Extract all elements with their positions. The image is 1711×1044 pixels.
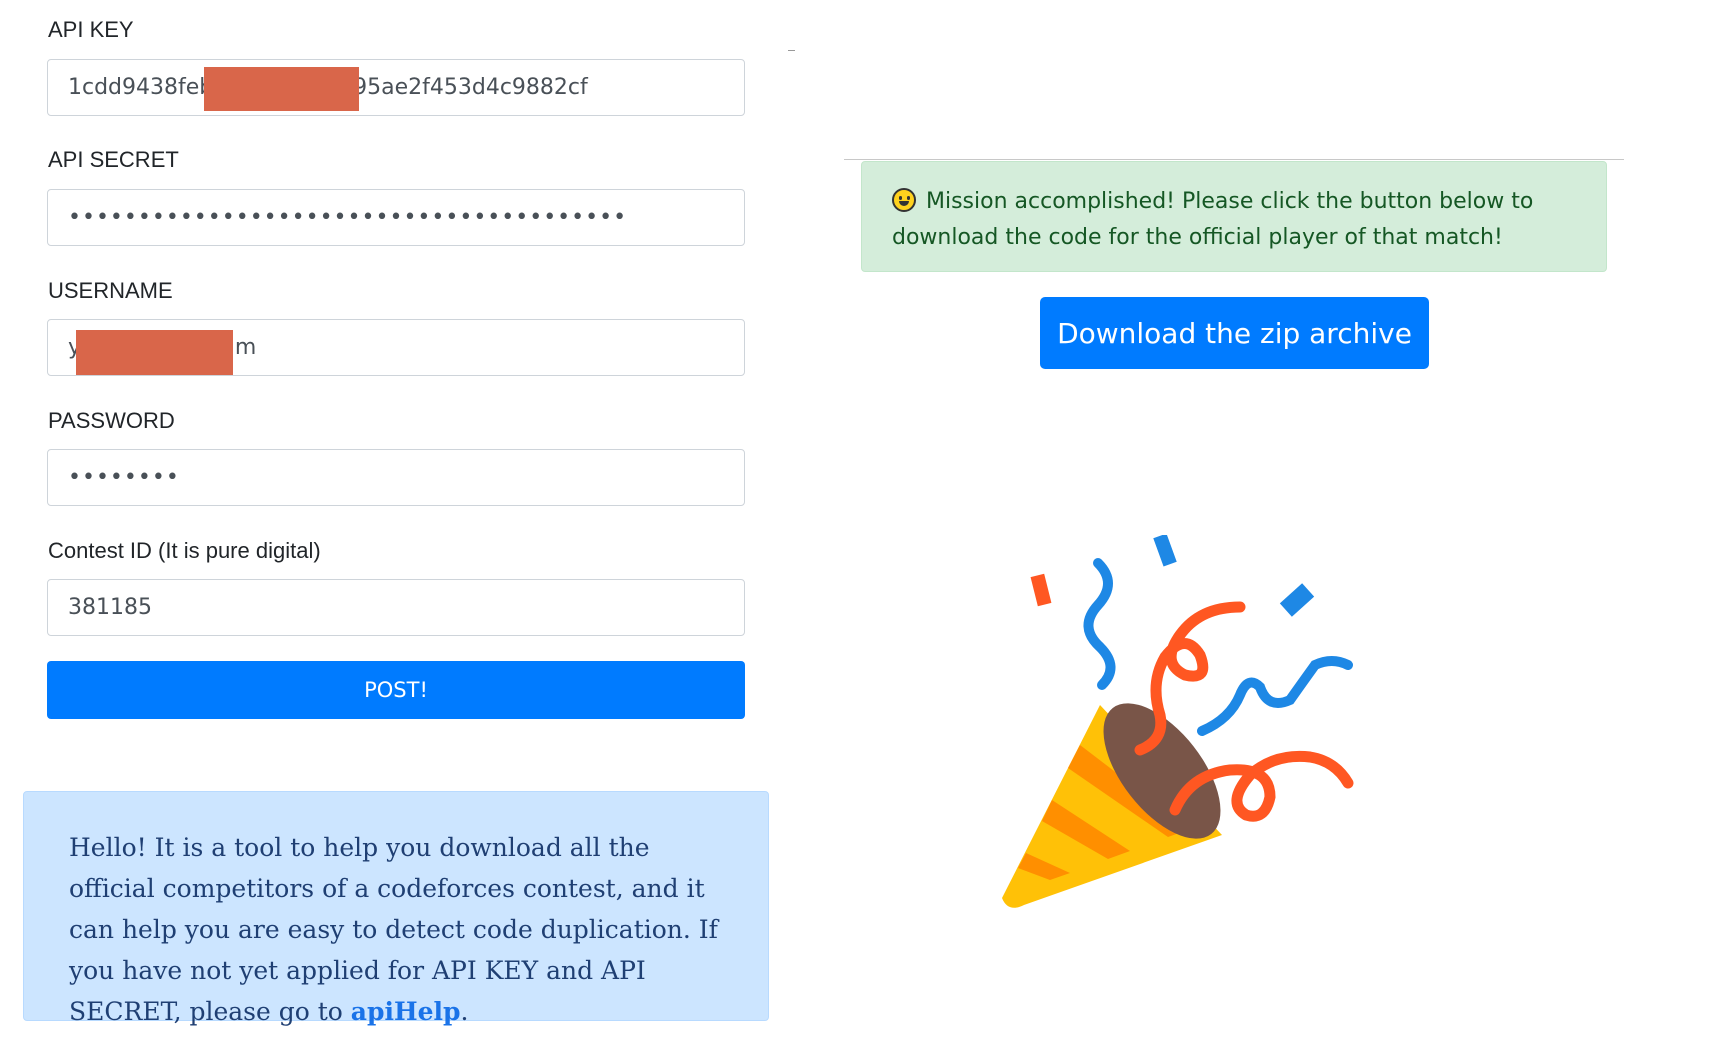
redaction-block — [204, 67, 359, 111]
api-key-label: API KEY — [48, 17, 134, 42]
contest-id-input[interactable] — [47, 579, 745, 636]
api-help-link[interactable]: apiHelp — [351, 997, 461, 1026]
redaction-block — [76, 330, 233, 375]
grinning-face-icon — [892, 188, 916, 212]
divider — [844, 159, 1624, 160]
username-label: USERNAME — [48, 278, 173, 303]
post-button[interactable]: POST! — [47, 661, 745, 719]
api-secret-input[interactable] — [47, 189, 745, 246]
api-secret-label: API SECRET — [48, 147, 179, 172]
password-label: PASSWORD — [48, 408, 175, 433]
download-zip-button[interactable]: Download the zip archive — [1040, 297, 1429, 369]
divider — [788, 50, 795, 51]
contest-id-label: Contest ID (It is pure digital) — [48, 538, 321, 563]
api-key-input[interactable] — [47, 59, 745, 116]
password-input[interactable] — [47, 449, 745, 506]
info-alert: Hello! It is a tool to help you download… — [23, 791, 769, 1026]
success-message: Mission accomplished! Please click the b… — [892, 189, 1534, 250]
info-text-end: . — [460, 997, 469, 1026]
party-popper-icon — [1002, 535, 1354, 908]
success-alert: Mission accomplished! Please click the b… — [861, 161, 1607, 272]
